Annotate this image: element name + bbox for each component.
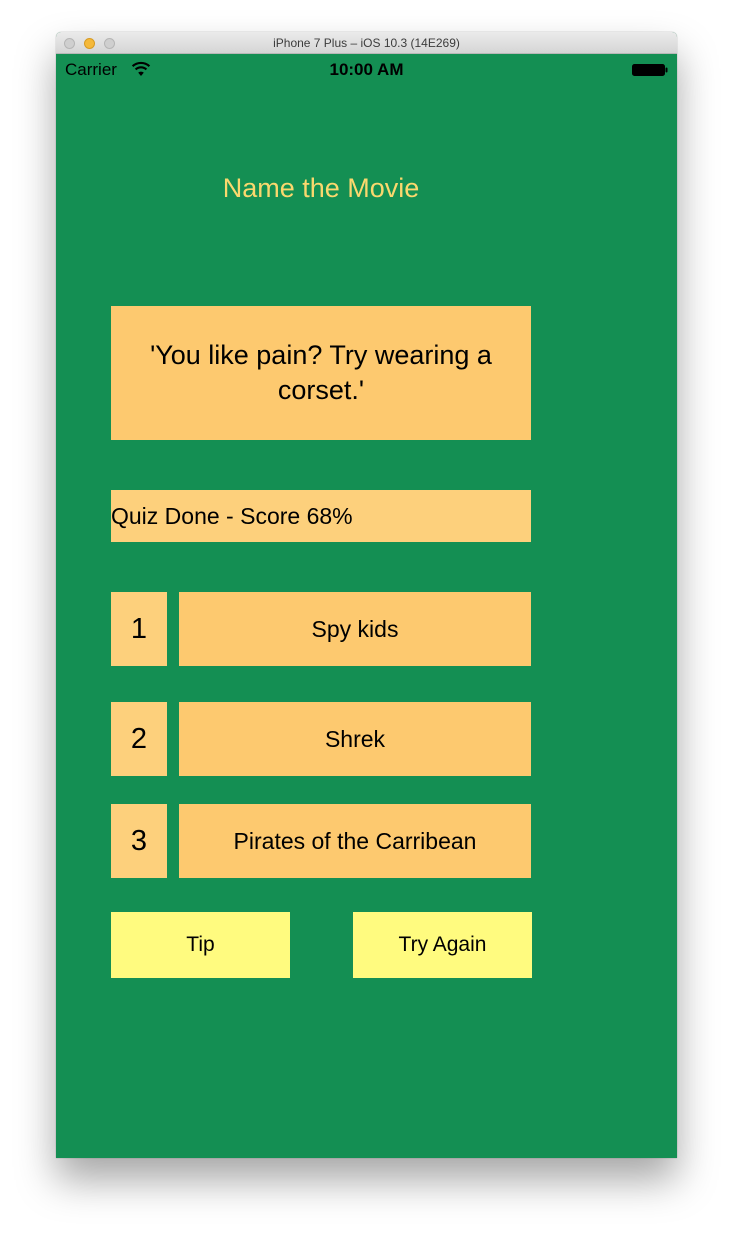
answer-number-3: 3 xyxy=(111,804,167,878)
movie-quote: 'You like pain? Try wearing a corset.' xyxy=(111,306,531,440)
score-status-label: Quiz Done - Score 68% xyxy=(111,490,531,542)
answer-number-1: 1 xyxy=(111,592,167,666)
phone-screen: Carrier 10:00 AM Name the Movie 'You lik… xyxy=(56,54,677,1158)
status-time: 10:00 AM xyxy=(329,60,404,79)
movie-quote-text: 'You like pain? Try wearing a corset.' xyxy=(150,340,492,405)
battery-icon xyxy=(632,64,668,76)
simulator-window: iPhone 7 Plus – iOS 10.3 (14E269) Carrie… xyxy=(56,32,677,1158)
window-title: iPhone 7 Plus – iOS 10.3 (14E269) xyxy=(273,36,460,50)
tip-button[interactable]: Tip xyxy=(111,912,290,978)
answer-number-2: 2 xyxy=(111,702,167,776)
answer-button-2[interactable]: Shrek xyxy=(179,702,531,776)
try-again-button[interactable]: Try Again xyxy=(353,912,532,978)
window-titlebar[interactable]: iPhone 7 Plus – iOS 10.3 (14E269) xyxy=(56,32,677,54)
answer-button-3[interactable]: Pirates of the Carribean xyxy=(179,804,531,878)
page-title: Name the Movie xyxy=(222,173,420,203)
answer-button-1[interactable]: Spy kids xyxy=(179,592,531,666)
